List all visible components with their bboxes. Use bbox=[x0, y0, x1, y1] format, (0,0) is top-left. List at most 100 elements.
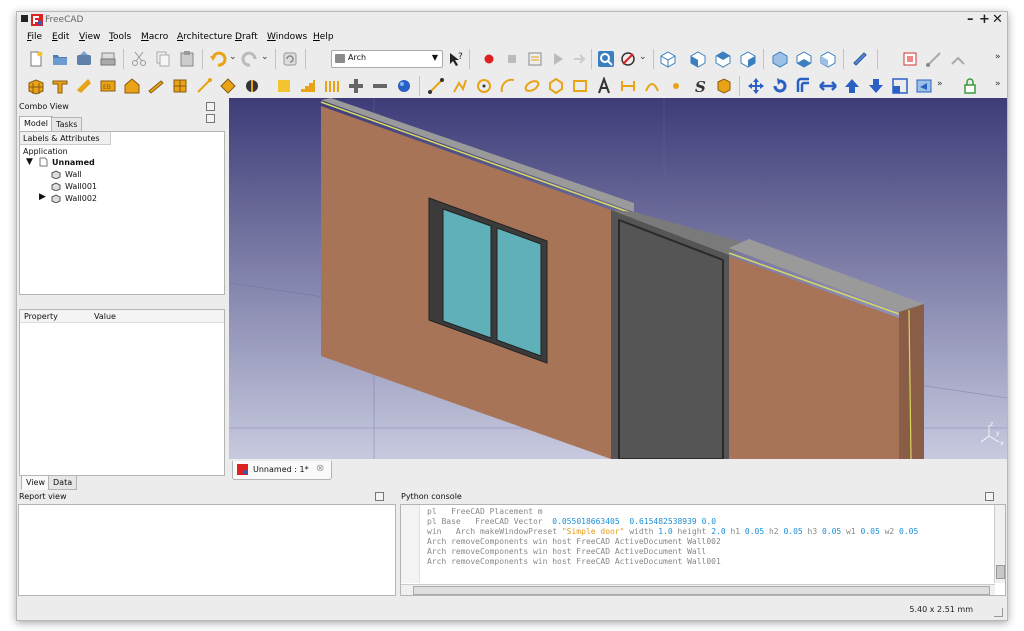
arch-site-icon[interactable] bbox=[147, 77, 165, 95]
menu-macro[interactable]: Macro bbox=[141, 32, 168, 42]
draw-style-icon[interactable] bbox=[619, 50, 637, 68]
close-icon[interactable] bbox=[206, 114, 215, 123]
float-icon[interactable] bbox=[206, 102, 215, 111]
arch-rebar-icon[interactable] bbox=[75, 77, 93, 95]
scrollbar-thumb[interactable] bbox=[413, 586, 990, 595]
menu-architecture[interactable]: Architecture bbox=[177, 32, 232, 42]
workbench-selector[interactable]: Arch ▼ bbox=[331, 50, 443, 68]
draft-edit-icon[interactable] bbox=[915, 77, 933, 95]
draft-circle-icon[interactable] bbox=[475, 77, 493, 95]
draft-scale-icon[interactable] bbox=[891, 77, 909, 95]
arch-section-icon[interactable] bbox=[243, 77, 261, 95]
tab-view[interactable]: View bbox=[21, 475, 50, 490]
view-top-icon[interactable] bbox=[714, 50, 732, 68]
float-icon[interactable] bbox=[375, 492, 384, 501]
draft-downgrade-icon[interactable] bbox=[867, 77, 885, 95]
horizontal-scrollbar[interactable] bbox=[401, 584, 995, 595]
resize-grip[interactable] bbox=[994, 608, 1003, 617]
toolbar-overflow[interactable]: » bbox=[937, 79, 943, 89]
toolbar-overflow[interactable]: » bbox=[995, 79, 1001, 89]
maximize-button[interactable]: + bbox=[979, 12, 990, 27]
arch-space-icon[interactable] bbox=[219, 77, 237, 95]
add-component-icon[interactable] bbox=[347, 77, 365, 95]
constraint-icon[interactable] bbox=[925, 50, 943, 68]
draft-text-icon[interactable] bbox=[595, 77, 613, 95]
stop-macro-icon[interactable] bbox=[503, 50, 521, 68]
dimension-icon[interactable] bbox=[949, 50, 967, 68]
sketch-icon[interactable] bbox=[901, 50, 919, 68]
tab-model[interactable]: Model bbox=[19, 116, 54, 131]
whats-this-icon[interactable]: ? bbox=[447, 50, 465, 68]
menu-view[interactable]: View bbox=[79, 32, 100, 42]
expand-arrow-icon[interactable]: ▶ bbox=[39, 192, 46, 202]
tab-tasks[interactable]: Tasks bbox=[51, 117, 83, 132]
arch-floor-icon[interactable]: EB bbox=[99, 77, 117, 95]
arch-building-icon[interactable] bbox=[123, 77, 141, 95]
tree-item-wall001[interactable]: Wall001 bbox=[65, 182, 97, 191]
minimize-button[interactable]: – bbox=[967, 12, 974, 27]
dock-buttons[interactable] bbox=[373, 492, 393, 513]
scrollbar-thumb[interactable] bbox=[996, 565, 1005, 579]
debug-macro-icon[interactable] bbox=[570, 50, 588, 68]
dock-buttons[interactable] bbox=[204, 102, 224, 123]
undo-icon[interactable] bbox=[209, 50, 227, 68]
draft-rectangle-icon[interactable] bbox=[571, 77, 589, 95]
draft-move-icon[interactable] bbox=[747, 77, 765, 95]
float-icon[interactable] bbox=[985, 492, 994, 501]
document-tab[interactable]: Unnamed : 1* ⊗ bbox=[232, 461, 332, 480]
tab-data[interactable]: Data bbox=[48, 475, 78, 490]
arch-schedule-icon[interactable] bbox=[275, 77, 293, 95]
menu-draft[interactable]: Draft bbox=[235, 32, 258, 42]
view-bottom-icon[interactable] bbox=[795, 50, 813, 68]
draft-shapestring-icon[interactable]: S bbox=[691, 77, 709, 95]
tree-document[interactable]: Unnamed bbox=[52, 158, 95, 167]
toolbar-overflow[interactable]: » bbox=[995, 52, 1001, 62]
arch-equipment-icon[interactable] bbox=[395, 77, 413, 95]
view-right-icon[interactable] bbox=[739, 50, 757, 68]
new-document-icon[interactable] bbox=[27, 50, 45, 68]
paste-icon[interactable] bbox=[178, 50, 196, 68]
draft-offset-icon[interactable] bbox=[795, 77, 813, 95]
arch-wall-icon[interactable] bbox=[27, 77, 45, 95]
menu-file[interactable]: File bbox=[27, 32, 42, 42]
open-folder-icon[interactable] bbox=[51, 50, 69, 68]
draft-ellipse-icon[interactable] bbox=[523, 77, 541, 95]
lock-icon[interactable] bbox=[961, 77, 979, 95]
python-console-output[interactable]: pl FreeCAD Placement m pl Base FreeCAD Ve… bbox=[400, 504, 1006, 596]
draft-rotate-icon[interactable] bbox=[771, 77, 789, 95]
remove-component-icon[interactable] bbox=[371, 77, 389, 95]
tree-item-wall002[interactable]: Wall002 bbox=[65, 194, 97, 203]
draft-dimension-icon[interactable] bbox=[619, 77, 637, 95]
refresh-icon[interactable] bbox=[281, 50, 299, 68]
close-button[interactable]: ✕ bbox=[992, 12, 1003, 27]
menu-help[interactable]: Help bbox=[313, 32, 334, 42]
draft-polygon-icon[interactable] bbox=[547, 77, 565, 95]
tree-item-wall[interactable]: Wall bbox=[65, 170, 82, 179]
chevron-down-icon[interactable]: ⌄ bbox=[229, 52, 237, 62]
cut-icon[interactable] bbox=[130, 50, 148, 68]
close-tab-icon[interactable]: ⊗ bbox=[316, 463, 324, 474]
menu-edit[interactable]: Edit bbox=[52, 32, 69, 42]
dock-buttons[interactable] bbox=[983, 492, 1003, 513]
arch-stairs-icon[interactable] bbox=[299, 77, 317, 95]
execute-macro-icon[interactable] bbox=[549, 50, 567, 68]
draft-bspline-icon[interactable] bbox=[643, 77, 661, 95]
system-menu-icon[interactable] bbox=[21, 15, 28, 22]
menu-windows[interactable]: Windows bbox=[267, 32, 307, 42]
view-rear-icon[interactable] bbox=[771, 50, 789, 68]
view-left-icon[interactable] bbox=[819, 50, 837, 68]
draft-line-icon[interactable] bbox=[427, 77, 445, 95]
report-view-output[interactable] bbox=[18, 504, 396, 596]
draft-trimex-icon[interactable] bbox=[819, 77, 837, 95]
arch-axis-icon[interactable] bbox=[195, 77, 213, 95]
fit-all-icon[interactable] bbox=[597, 50, 615, 68]
save-icon[interactable] bbox=[75, 50, 93, 68]
draft-point-icon[interactable] bbox=[667, 77, 685, 95]
vertical-scrollbar[interactable] bbox=[994, 505, 1005, 583]
copy-icon[interactable] bbox=[154, 50, 172, 68]
print-icon[interactable] bbox=[99, 50, 117, 68]
macros-icon[interactable] bbox=[526, 50, 544, 68]
redo-icon[interactable] bbox=[241, 50, 259, 68]
draft-upgrade-icon[interactable] bbox=[843, 77, 861, 95]
chevron-down-icon[interactable]: ⌄ bbox=[261, 52, 269, 62]
